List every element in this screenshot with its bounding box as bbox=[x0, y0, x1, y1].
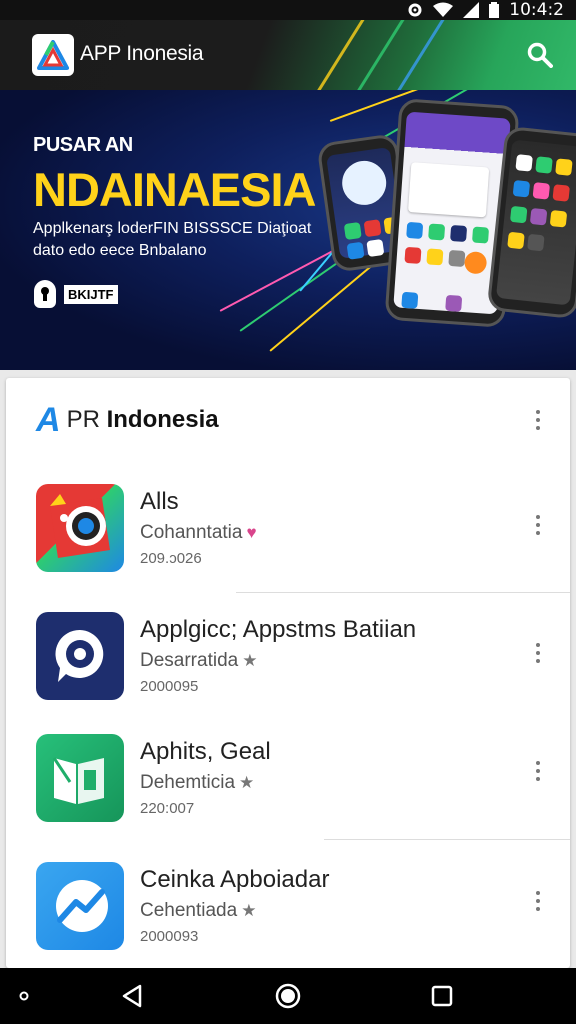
chat-bubble-app-icon bbox=[36, 612, 124, 700]
home-icon bbox=[275, 983, 301, 1009]
app-developer: Desarratida ★ bbox=[140, 650, 257, 672]
badge-label: BKIJTF bbox=[64, 284, 118, 304]
trend-chart-app-icon bbox=[36, 862, 124, 950]
card-title: PR Indonesia bbox=[67, 406, 219, 434]
card-title-bold: Indonesia bbox=[106, 406, 219, 433]
camera-app-icon bbox=[36, 484, 124, 572]
map-app-icon bbox=[36, 734, 124, 822]
app-name: Applgicc; Appstms Batiian bbox=[140, 616, 417, 643]
search-icon bbox=[527, 42, 553, 68]
battery-icon bbox=[489, 2, 500, 18]
app-date: 2000095 bbox=[140, 678, 199, 695]
star-icon: ★ bbox=[241, 901, 257, 920]
developer-name: Cehentiada bbox=[140, 900, 238, 921]
brand-a-logo: A bbox=[36, 400, 61, 439]
banner-title: NDAINAESIA bbox=[33, 163, 316, 216]
developer-name: Desarratida bbox=[140, 650, 239, 671]
app-developer: Dehemticia ★ bbox=[140, 772, 254, 794]
divider bbox=[236, 592, 570, 593]
recents-button[interactable] bbox=[412, 968, 472, 1024]
dot-button[interactable] bbox=[0, 968, 54, 1024]
list-item[interactable]: Ceinka Apboiadar Cehentiada ★ 2000093 bbox=[6, 848, 570, 958]
app-bar: APP Inonesia bbox=[0, 20, 576, 90]
signal-icon bbox=[463, 2, 480, 18]
banner-subtitle-line2: dato edo eece Bnbalano bbox=[33, 242, 207, 259]
back-button[interactable] bbox=[102, 968, 162, 1024]
banner-badge: BKIJTF bbox=[34, 280, 118, 308]
promo-banner[interactable]: PUSAR AN NDAINAESIA Applkenarş loderFIN … bbox=[0, 90, 576, 370]
item-more-button[interactable] bbox=[526, 638, 550, 668]
status-bar: 10:4:2 bbox=[0, 0, 576, 20]
app-date: 209.ɔ026 bbox=[140, 550, 202, 567]
app-developer: Cehentiada ★ bbox=[140, 900, 256, 922]
card-title-prefix: PR bbox=[66, 406, 100, 433]
status-time: 10:4:2 bbox=[509, 0, 564, 20]
app-list-card: A PR Indonesia Alls Cohanntatia ♥ 209.ɔ02… bbox=[6, 378, 570, 968]
card-more-button[interactable] bbox=[526, 405, 550, 435]
developer-name: Dehemticia bbox=[140, 772, 236, 793]
recents-icon bbox=[431, 985, 453, 1007]
item-more-button[interactable] bbox=[526, 510, 550, 540]
back-icon bbox=[122, 984, 142, 1008]
item-more-button[interactable] bbox=[526, 756, 550, 786]
app-name: Aphits, Geal bbox=[140, 738, 271, 765]
system-nav-bar bbox=[0, 968, 576, 1024]
settings-icon bbox=[408, 3, 422, 17]
app-name: Alls bbox=[140, 488, 179, 515]
list-item[interactable]: Applgicc; Appstms Batiian Desarratida ★ 2… bbox=[6, 598, 570, 708]
dot-icon bbox=[19, 991, 29, 1001]
keyhole-icon bbox=[34, 280, 56, 308]
item-more-button[interactable] bbox=[526, 886, 550, 916]
banner-subtitle: Applkenarş loderFIN BISSSCE Diaţioat dat… bbox=[33, 218, 333, 262]
app-date: 2000093 bbox=[140, 928, 199, 945]
app-date: 220:007 bbox=[140, 800, 195, 817]
app-developer: Cohanntatia ♥ bbox=[140, 522, 257, 544]
wifi-icon bbox=[433, 2, 454, 17]
list-item[interactable]: Aphits, Geal Dehemticia ★ 220:007 bbox=[6, 720, 570, 830]
heart-icon: ♥ bbox=[246, 523, 257, 542]
home-button[interactable] bbox=[258, 968, 318, 1024]
banner-kicker: PUSAR AN bbox=[33, 134, 133, 156]
star-icon: ★ bbox=[242, 651, 258, 670]
app-title: APP Inonesia bbox=[80, 42, 204, 65]
star-icon: ★ bbox=[239, 773, 255, 792]
list-item[interactable]: Alls Cohanntatia ♥ 209.ɔ026 bbox=[6, 470, 570, 580]
card-header: A PR Indonesia bbox=[36, 400, 219, 440]
divider bbox=[324, 839, 570, 840]
triangle-logo-icon bbox=[32, 34, 74, 76]
developer-name: Cohanntatia bbox=[140, 522, 243, 543]
search-button[interactable] bbox=[524, 39, 556, 71]
banner-subtitle-line1: Applkenarş loderFIN BISSSCE Diaţioat bbox=[33, 220, 312, 237]
app-name: Ceinka Apboiadar bbox=[140, 866, 330, 893]
